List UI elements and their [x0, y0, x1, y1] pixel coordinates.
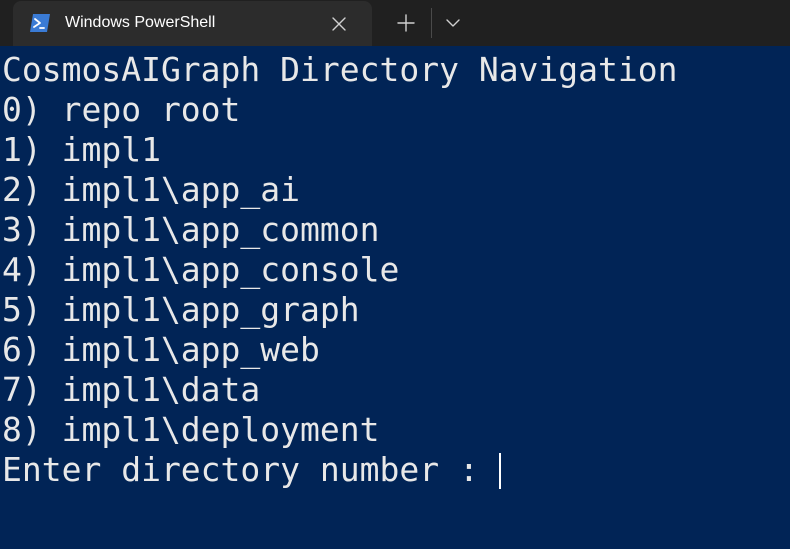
close-icon[interactable]: [328, 13, 350, 35]
terminal-heading: CosmosAIGraph Directory Navigation: [2, 50, 678, 89]
chevron-down-icon[interactable]: [440, 10, 466, 36]
text-cursor: [498, 453, 501, 489]
menu-option: 6) impl1\app_web: [2, 330, 320, 369]
menu-option: 5) impl1\app_graph: [2, 290, 360, 329]
tab-bar: Windows PowerShell: [0, 0, 790, 46]
powershell-icon: [30, 14, 50, 32]
powershell-window: Windows PowerShell CosmosAIGraph Directo…: [0, 0, 790, 549]
menu-option: 4) impl1\app_console: [2, 250, 400, 289]
tab-windows-powershell[interactable]: Windows PowerShell: [13, 1, 372, 46]
terminal-output[interactable]: CosmosAIGraph Directory Navigation 0) re…: [0, 50, 790, 549]
toolbar-divider: [431, 8, 432, 38]
plus-icon[interactable]: [393, 10, 419, 36]
menu-option: 1) impl1: [2, 130, 161, 169]
menu-option: 8) impl1\deployment: [2, 410, 380, 449]
menu-option: 3) impl1\app_common: [2, 210, 380, 249]
menu-option: 7) impl1\data: [2, 370, 261, 409]
input-prompt-line[interactable]: Enter directory number :: [0, 450, 790, 490]
menu-option: 0) repo root: [2, 90, 241, 129]
tab-title: Windows PowerShell: [65, 14, 216, 31]
menu-option: 2) impl1\app_ai: [2, 170, 301, 209]
input-prompt: Enter directory number :: [2, 450, 499, 489]
